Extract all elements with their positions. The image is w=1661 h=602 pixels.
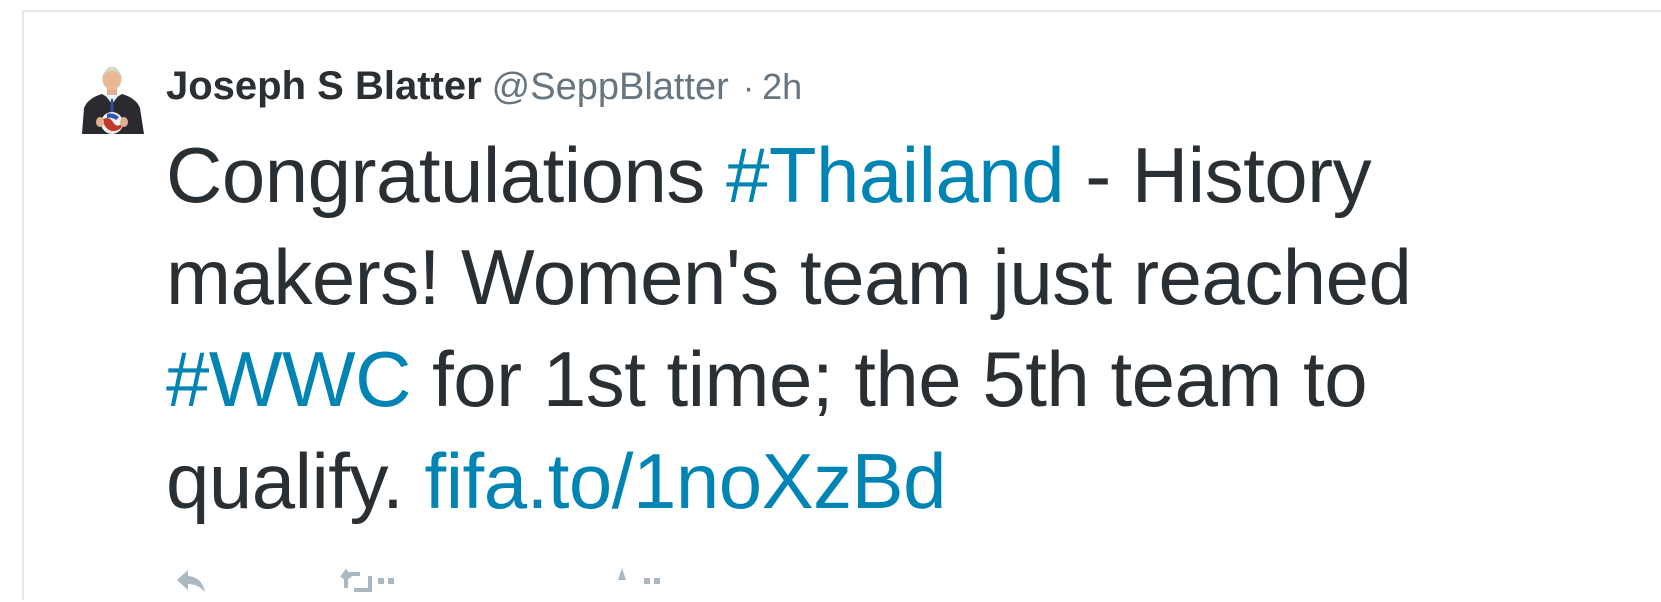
tweet-text: Congratulations #Thailand - History make… [166, 124, 1606, 532]
display-name[interactable]: Joseph S Blatter [166, 64, 482, 108]
hashtag-link[interactable]: #WWC [166, 335, 411, 423]
tweet-text-part: Congratulations [166, 131, 727, 219]
retweet-icon[interactable] [338, 566, 398, 602]
separator-dot: · [742, 69, 755, 107]
top-divider [22, 0, 1661, 12]
tweet-card[interactable]: Joseph S Blatter @SeppBlatter · 2h Congratu… [22, 12, 1661, 600]
tweet-header: Joseph S Blatter @SeppBlatter · 2h [166, 62, 802, 110]
username-handle[interactable]: @SeppBlatter [492, 66, 729, 108]
avatar-image [76, 62, 148, 134]
hashtag-link[interactable]: #Thailand [726, 131, 1065, 219]
avatar[interactable] [76, 62, 148, 134]
reply-icon[interactable] [174, 566, 208, 602]
timestamp[interactable]: 2h [762, 66, 802, 107]
favorite-icon[interactable] [606, 566, 676, 602]
tweet-actions [166, 560, 866, 600]
url-link[interactable]: fifa.to/1noXzBd [425, 437, 947, 525]
